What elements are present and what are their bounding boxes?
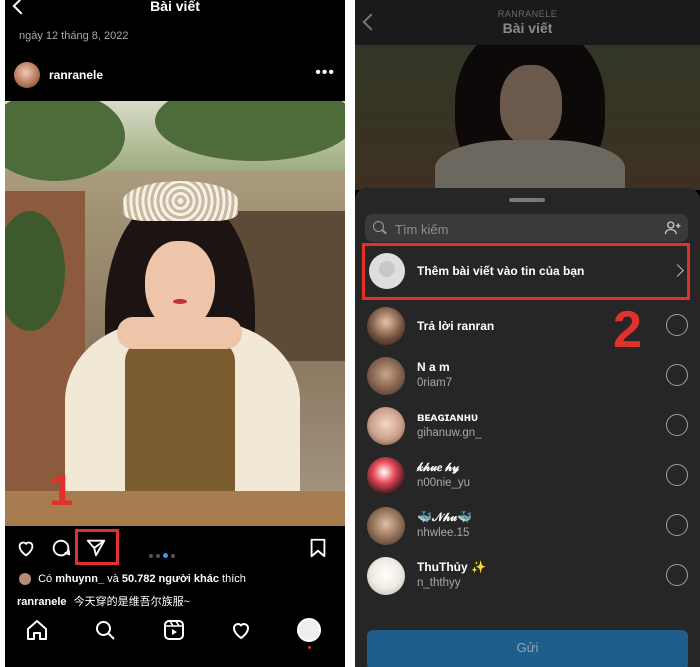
contact-row[interactable]: Trả lời ranran — [355, 301, 700, 351]
contact-row[interactable]: ʙᴇᴀɢɪᴀɴʜᴜ gihanuw.gn_ — [355, 401, 700, 451]
post-screen: Bài viết ngày 12 tháng 8, 2022 ranranele… — [5, 0, 345, 667]
select-radio[interactable] — [666, 314, 688, 336]
send-button[interactable]: Gửi — [367, 630, 688, 667]
contact-avatar — [367, 307, 405, 345]
search-icon[interactable] — [93, 618, 117, 642]
author-username[interactable]: ranranele — [49, 68, 103, 82]
author-avatar[interactable] — [14, 62, 40, 88]
search-icon — [373, 221, 384, 232]
carousel-pager — [147, 545, 176, 563]
contact-handle: gihanuw.gn_ — [417, 427, 482, 439]
contact-avatar — [367, 507, 405, 545]
contact-row[interactable]: 𝓀𝒽𝓊𝑒 𝒽𝓎 n00nie_yu — [355, 451, 700, 501]
search-bar — [365, 214, 688, 242]
page-title: Bài viết — [150, 0, 200, 14]
page-title: Bài viết — [502, 20, 553, 36]
bottom-tab-bar — [5, 612, 345, 652]
sheet-grab-handle[interactable] — [509, 198, 545, 202]
select-radio[interactable] — [666, 464, 688, 486]
search-input[interactable] — [393, 218, 627, 240]
caption-username[interactable]: ranranele — [17, 596, 67, 608]
post-author-row: ranranele ••• — [5, 62, 345, 92]
header-username: RANRANELE — [497, 9, 558, 19]
bookmark-icon[interactable] — [307, 537, 329, 559]
profile-icon[interactable] — [297, 618, 321, 642]
step-number-1: 1 — [49, 466, 74, 515]
contact-row[interactable]: ThuThủy ✨ n_ththyy — [355, 551, 700, 601]
more-options-icon[interactable]: ••• — [315, 64, 335, 82]
reels-icon[interactable] — [162, 618, 186, 642]
likes-summary[interactable]: Có mhuynn_ và 50.782 người khác thích — [19, 573, 246, 586]
contact-handle: n00nie_yu — [417, 477, 471, 489]
contact-handle: nhwlee.15 — [417, 527, 470, 539]
notification-dot — [308, 646, 311, 649]
contact-row[interactable]: N a m 0riam7 — [355, 351, 700, 401]
contact-name: 🐳𝒩𝒽𝓊🐳 — [417, 510, 473, 524]
add-people-icon[interactable] — [664, 219, 682, 237]
heart-icon[interactable] — [229, 618, 253, 642]
share-header: RANRANELE Bài viết — [355, 0, 700, 45]
contact-avatar — [367, 357, 405, 395]
share-send-icon[interactable] — [85, 537, 107, 559]
liker-avatar — [19, 573, 31, 586]
contact-avatar — [367, 457, 405, 495]
dimmed-post-photo — [355, 45, 700, 190]
comment-icon[interactable] — [50, 537, 72, 559]
contact-name: Trả lời ranran — [417, 319, 495, 333]
select-radio[interactable] — [666, 514, 688, 536]
post-photo[interactable] — [5, 101, 345, 526]
select-radio[interactable] — [666, 364, 688, 386]
select-radio[interactable] — [666, 414, 688, 436]
story-highlight-box — [362, 243, 690, 300]
share-sheet: Thêm bài viết vào tin của bạn 2 Trả lời … — [355, 188, 700, 667]
post-caption: ranranele 今天穿的是维吾尔族服~ — [17, 593, 190, 609]
post-header: Bài viết — [5, 0, 345, 20]
contact-avatar — [367, 557, 405, 595]
like-heart-icon[interactable] — [15, 537, 37, 559]
liker-username[interactable]: mhuynn_ — [55, 573, 104, 585]
contact-handle: 0riam7 — [417, 377, 453, 389]
contact-avatar — [367, 407, 405, 445]
contact-name: 𝓀𝒽𝓊𝑒 𝒽𝓎 — [417, 460, 460, 474]
contact-name: ThuThủy ✨ — [417, 560, 486, 574]
select-radio[interactable] — [666, 564, 688, 586]
contact-row[interactable]: 🐳𝒩𝒽𝓊🐳 nhwlee.15 — [355, 501, 700, 551]
contact-name: N a m — [417, 360, 450, 374]
contact-handle: n_ththyy — [417, 577, 461, 589]
post-actions — [5, 529, 345, 565]
home-icon[interactable] — [25, 618, 49, 642]
likes-count[interactable]: 50.782 người khác — [122, 573, 219, 585]
share-screen: RANRANELE Bài viết Thêm bài viết vào tin… — [355, 0, 700, 667]
caption-text: 今天穿的是维吾尔族服~ — [73, 596, 191, 608]
contact-name: ʙᴇᴀɢɪᴀɴʜᴜ — [417, 410, 479, 424]
post-date: ngày 12 tháng 8, 2022 — [19, 30, 129, 42]
